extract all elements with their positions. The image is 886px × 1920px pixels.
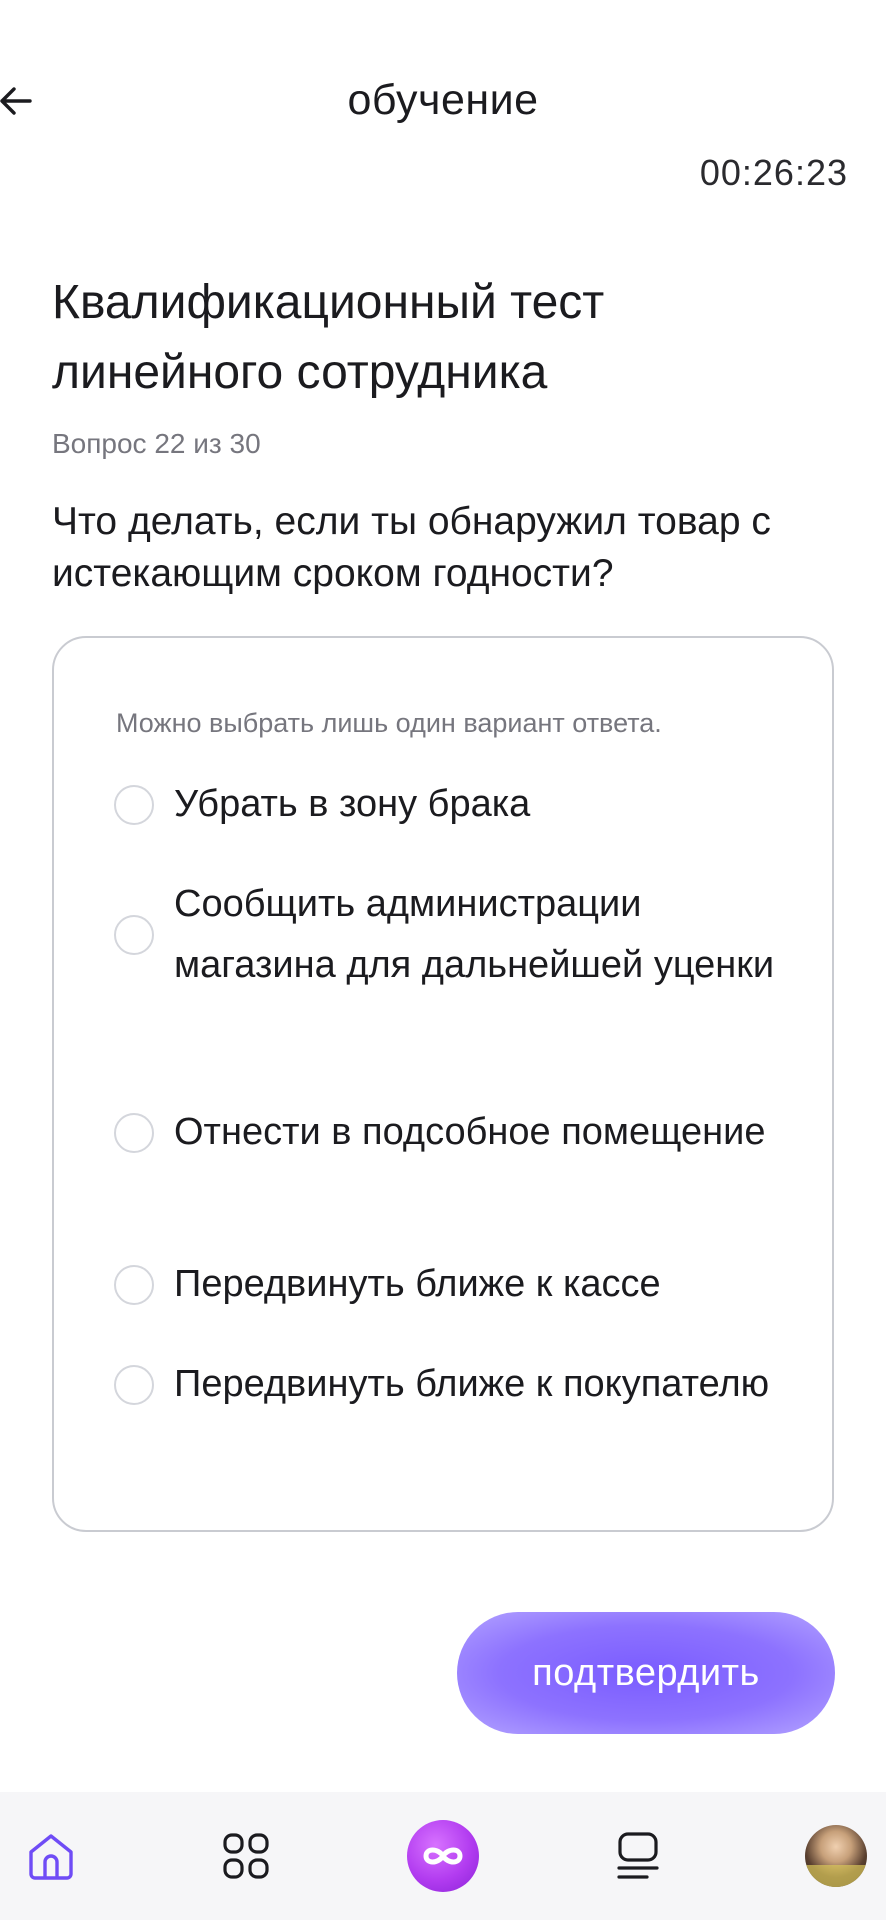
bottom-nav: [0, 1792, 886, 1920]
timer: 00:26:23: [699, 152, 848, 193]
question-progress: Вопрос 22 из 30: [52, 428, 261, 459]
header: обучение 00:26:23: [0, 0, 886, 193]
apps-grid-icon: [223, 1833, 269, 1879]
answer-option[interactable]: Передвинуть ближе к покупателю: [114, 1354, 794, 1415]
radio-button[interactable]: [114, 915, 154, 955]
home-icon: [29, 1834, 73, 1880]
radio-button[interactable]: [114, 1264, 154, 1305]
page: обучение 00:26:23 Квалификационный тест …: [0, 0, 886, 1920]
answer-option-label: Сообщить администрации магазина для даль…: [174, 883, 775, 986]
answer-option[interactable]: Отнести в подсобное помещение: [114, 1102, 794, 1163]
page-title: обучение: [347, 76, 539, 124]
answer-option-label: Передвинуть ближе к кассе: [174, 1263, 661, 1305]
answer-option[interactable]: Сообщить администрации магазина для даль…: [114, 874, 794, 996]
answers-card: Можно выбрать лишь один вариант ответа. …: [52, 636, 834, 1532]
answer-option-label: Убрать в зону брака: [174, 783, 531, 825]
answer-option-label: Передвинуть ближе к покупателю: [174, 1363, 770, 1405]
radio-button[interactable]: [114, 1112, 154, 1153]
avatar: [805, 1825, 867, 1887]
courses-icon: [617, 1832, 659, 1879]
nav-apps[interactable]: [215, 1792, 277, 1920]
answers-hint: Можно выбрать лишь один вариант ответа.: [116, 708, 662, 738]
radio-button[interactable]: [114, 784, 154, 825]
test-title: Квалификационный тест линейного сотрудни…: [52, 276, 605, 399]
answer-option-label: Отнести в подсобное помещение: [174, 1111, 766, 1153]
infinity-icon: [407, 1820, 479, 1892]
nav-courses[interactable]: [608, 1792, 668, 1920]
nav-center[interactable]: [406, 1792, 480, 1920]
nav-home[interactable]: [20, 1792, 82, 1920]
answer-option[interactable]: Убрать в зону брака: [114, 774, 794, 835]
question-text: Что делать, если ты обнаружил товар с ис…: [52, 500, 771, 595]
radio-button[interactable]: [114, 1364, 154, 1405]
nav-profile[interactable]: [804, 1792, 868, 1920]
answer-option[interactable]: Передвинуть ближе к кассе: [114, 1254, 794, 1315]
confirm-button[interactable]: подтвердить: [457, 1612, 835, 1734]
